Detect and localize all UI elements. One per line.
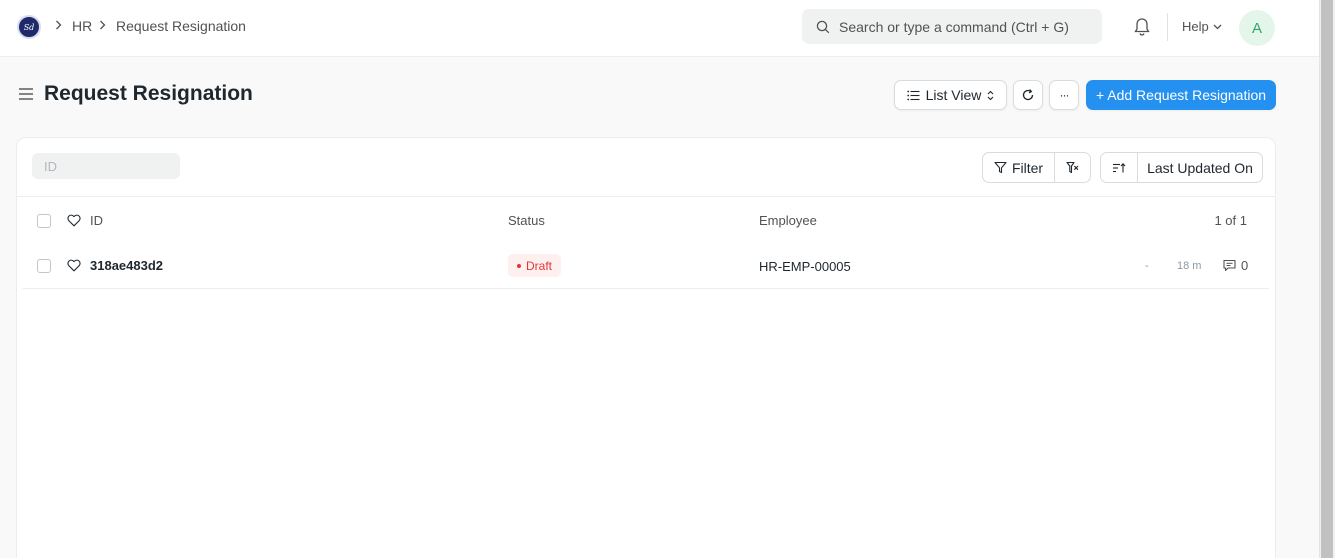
search-icon — [816, 20, 830, 33]
heart-icon[interactable] — [67, 259, 81, 272]
page-scrollbar[interactable] — [1319, 0, 1335, 558]
filter-label: Filter — [1011, 159, 1044, 176]
comment-icon — [1223, 259, 1236, 272]
sort-order-button[interactable] — [1100, 152, 1138, 183]
clear-filter-button[interactable] — [1054, 152, 1091, 183]
more-icon: ··· — [1059, 88, 1070, 102]
navbar-divider — [1167, 13, 1168, 41]
status-dot — [517, 263, 521, 268]
more-actions-button[interactable]: ··· — [1049, 80, 1079, 110]
status-badge[interactable]: Draft — [508, 254, 562, 277]
help-label: Help — [1182, 19, 1209, 34]
scrollbar-thumb[interactable] — [1321, 0, 1333, 558]
filter-icon — [994, 161, 1007, 174]
list-card: Filter Last Updated On ID Status Employe… — [16, 137, 1276, 558]
user-avatar[interactable]: A — [1239, 10, 1275, 46]
row-employee[interactable]: HR-EMP-00005 — [759, 259, 851, 274]
sort-by-button[interactable]: Last Updated On — [1137, 152, 1263, 183]
heart-icon[interactable] — [67, 214, 81, 227]
filter-x-icon — [1066, 161, 1079, 174]
chevron-down-icon — [1213, 24, 1222, 29]
refresh-icon — [1022, 89, 1034, 101]
page-title: Request Resignation — [44, 82, 253, 105]
row-dash: - — [1145, 260, 1149, 272]
chevron-right-icon — [55, 19, 62, 33]
search-input[interactable] — [839, 18, 1089, 35]
navbar: Sd HR Request Resignation Help A — [0, 0, 1319, 57]
breadcrumb-request-resignation[interactable]: Request Resignation — [116, 18, 246, 34]
row-checkbox[interactable] — [37, 259, 51, 273]
breadcrumb-hr[interactable]: HR — [72, 18, 92, 34]
record-count: 1 of 1 — [1214, 213, 1247, 228]
column-header-employee: Employee — [759, 213, 817, 228]
chevron-right-icon — [99, 19, 106, 33]
row-comment-count[interactable]: 0 — [1223, 258, 1248, 273]
row-modified-time: 18 m — [1177, 260, 1202, 272]
column-header-id: ID — [90, 213, 103, 228]
add-request-resignation-button[interactable]: + Add Request Resignation — [1086, 80, 1276, 110]
app-logo[interactable]: Sd — [17, 15, 41, 39]
row-id-link[interactable]: 318ae483d2 — [90, 258, 163, 273]
list-view-selector[interactable]: List View — [894, 80, 1007, 110]
comment-count: 0 — [1241, 258, 1249, 273]
reload-button[interactable] — [1013, 80, 1043, 110]
column-header-status: Status — [508, 213, 545, 228]
avatar-initial: A — [1251, 19, 1262, 37]
list-icon — [906, 90, 920, 100]
sort-by-label: Last Updated On — [1147, 159, 1253, 176]
divider — [23, 288, 1269, 289]
search-bar[interactable] — [802, 9, 1102, 44]
select-all-checkbox[interactable] — [37, 214, 51, 228]
list-view-label: List View — [925, 87, 982, 103]
id-filter-input[interactable] — [32, 153, 180, 179]
help-dropdown[interactable]: Help — [1182, 19, 1222, 34]
notification-bell-icon[interactable] — [1133, 17, 1151, 37]
sort-ascending-icon — [1113, 162, 1126, 172]
sort-updown-icon — [988, 90, 994, 100]
sidebar-toggle-icon[interactable] — [18, 87, 34, 101]
logo-text: Sd — [23, 22, 35, 32]
status-label: Draft — [526, 258, 553, 273]
divider — [17, 196, 1275, 197]
filter-button[interactable]: Filter — [982, 152, 1055, 183]
add-button-label: + Add Request Resignation — [1095, 87, 1267, 103]
